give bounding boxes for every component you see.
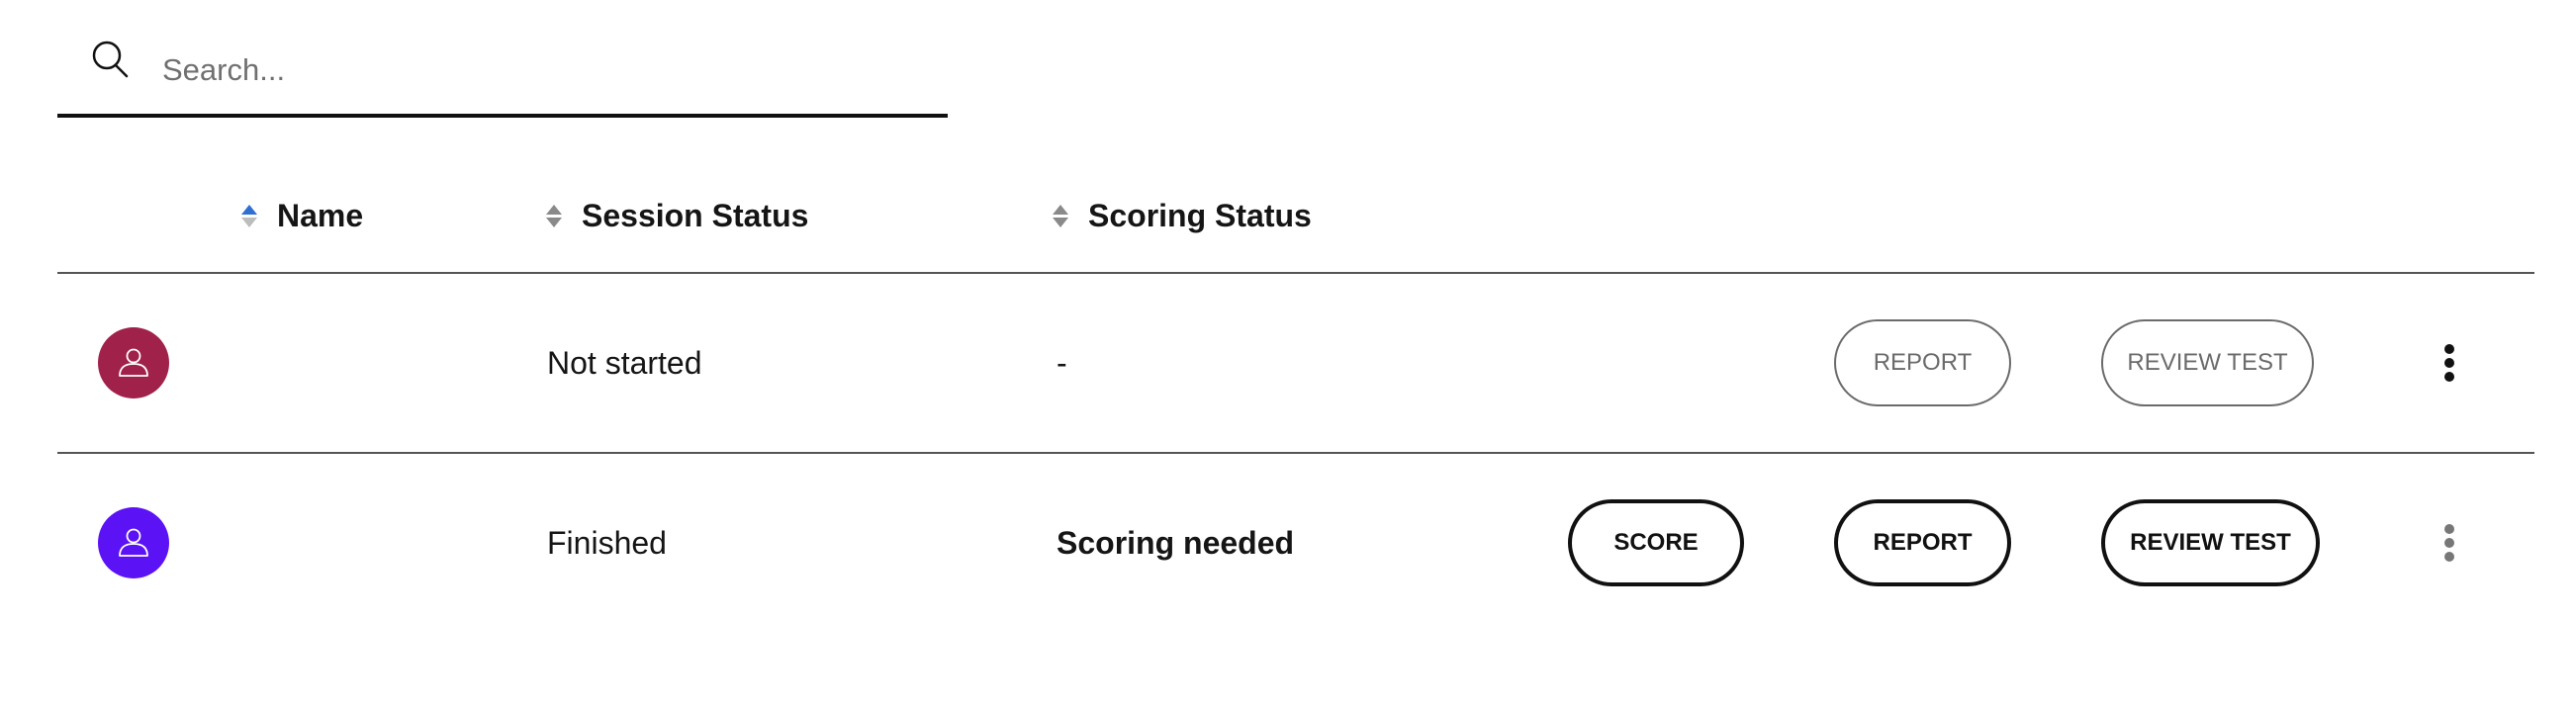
- avatar: [98, 507, 169, 578]
- column-header-session-status[interactable]: Session Status: [546, 194, 808, 237]
- report-button[interactable]: REPORT: [1834, 499, 2011, 586]
- sort-icon: [1053, 204, 1068, 227]
- user-icon: [119, 528, 148, 557]
- sort-ascending-icon: [241, 204, 257, 227]
- review-test-button[interactable]: REVIEW TEST: [2101, 319, 2314, 406]
- scoring-status: Scoring needed: [1057, 525, 1295, 561]
- table-header: Name Session Status Scoring Status: [57, 158, 2534, 274]
- scoring-status: -: [1057, 345, 1067, 381]
- column-header-scoring-status[interactable]: Scoring Status: [1053, 194, 1312, 237]
- sort-icon: [546, 204, 562, 227]
- session-status: Finished: [547, 525, 667, 561]
- score-button[interactable]: SCORE: [1568, 499, 1744, 586]
- table-row: Finished Scoring needed SCORE REPORT REV…: [57, 454, 2534, 632]
- column-header-name[interactable]: Name: [241, 194, 363, 237]
- search-icon[interactable]: [91, 40, 135, 83]
- search-bar: [57, 20, 948, 118]
- search-input[interactable]: [162, 45, 914, 95]
- sessions-table: Name Session Status Scoring Status Not s…: [57, 158, 2534, 632]
- search-underline: [57, 114, 948, 118]
- session-status: Not started: [547, 345, 702, 381]
- user-icon: [119, 348, 148, 377]
- column-label: Scoring Status: [1088, 197, 1312, 233]
- report-button[interactable]: REPORT: [1834, 319, 2011, 406]
- table-row: Not started - REPORT REVIEW TEST: [57, 274, 2534, 454]
- column-label: Name: [277, 197, 364, 233]
- more-options-icon[interactable]: [2436, 513, 2463, 573]
- more-options-icon[interactable]: [2436, 333, 2463, 393]
- column-label: Session Status: [582, 197, 809, 233]
- avatar: [98, 327, 169, 398]
- review-test-button[interactable]: REVIEW TEST: [2101, 499, 2320, 586]
